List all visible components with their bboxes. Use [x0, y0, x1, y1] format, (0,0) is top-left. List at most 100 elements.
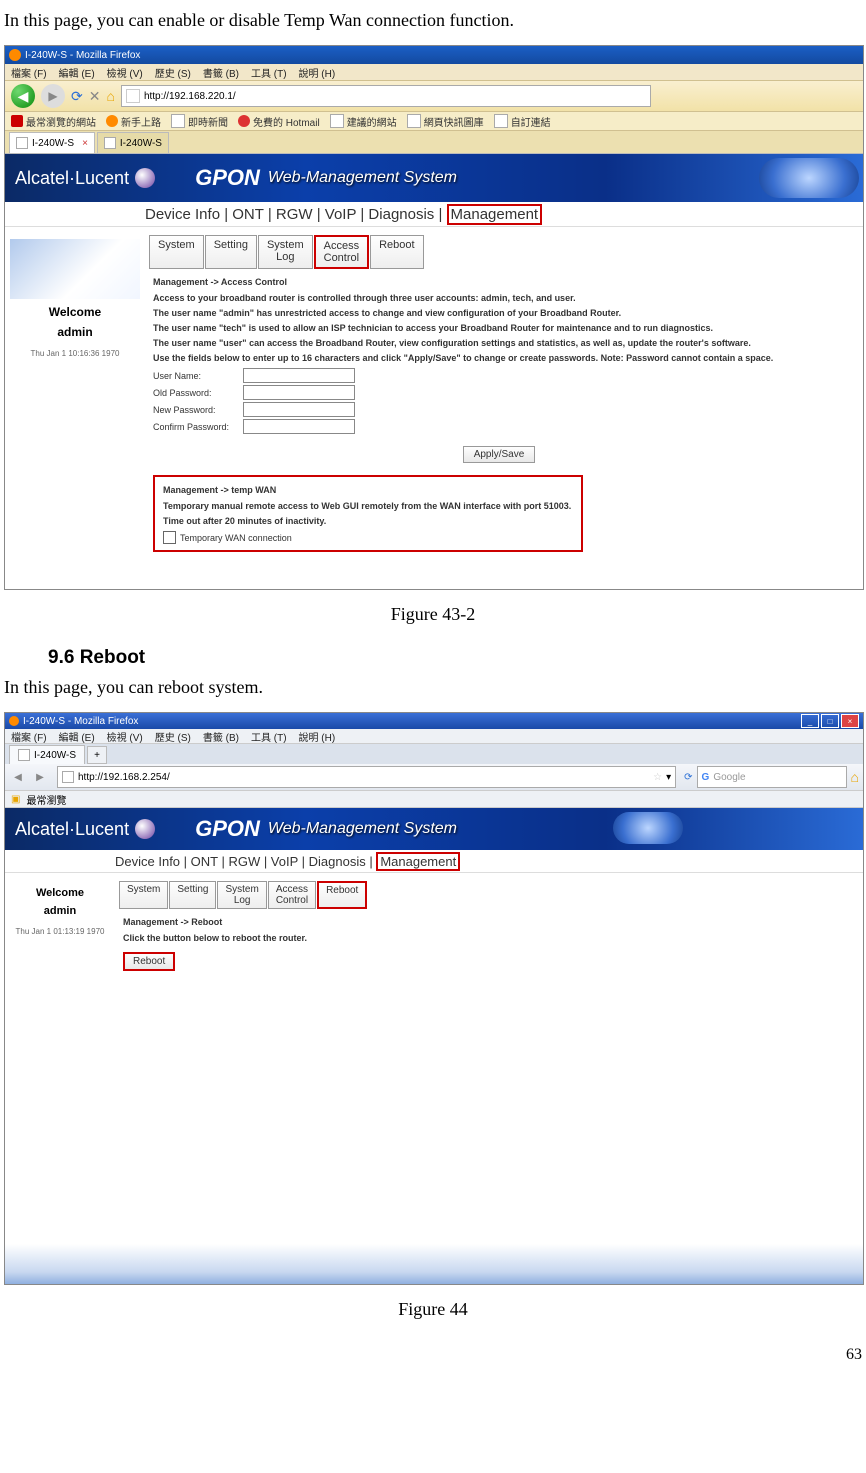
home-button[interactable]: ⌂	[851, 769, 859, 785]
nav-toolbar: ◀ ▶ ⟳ ✕ ⌂ http://192.168.220.1/	[5, 81, 863, 112]
menu-edit[interactable]: 編輯 (E)	[59, 65, 95, 80]
url-text: http://192.168.220.1/	[144, 91, 236, 102]
temp-wan-checkbox[interactable]	[163, 531, 176, 544]
bm-news[interactable]: 即時新聞	[171, 114, 228, 129]
topnav-management[interactable]: Management	[447, 204, 543, 225]
gpon-label-2: GPON	[195, 816, 260, 842]
bm-webslice[interactable]: 網頁快訊圖庫	[407, 114, 484, 129]
bm-getstarted[interactable]: 新手上路	[106, 114, 161, 129]
menu-history[interactable]: 歷史 (S)	[155, 729, 191, 744]
banner-2: Alcatel·Lucent GPON Web-Management Syste…	[5, 808, 863, 850]
figure-caption-2: Figure 44	[4, 1299, 862, 1320]
close-tab-icon[interactable]: ×	[82, 138, 88, 149]
google-icon: G	[702, 772, 710, 783]
close-button[interactable]: ×	[841, 714, 859, 728]
banner: Alcatel·Lucent GPON Web-Management Syste…	[5, 154, 863, 202]
topnav-links-2[interactable]: Device Info | ONT | RGW | VoIP | Diagnos…	[115, 854, 376, 869]
figure-caption-1: Figure 43-2	[4, 604, 862, 625]
content-area-2: Management -> Reboot Click the button be…	[115, 917, 853, 971]
reload-button[interactable]: ⟳	[71, 88, 83, 105]
menu-history[interactable]: 歷史 (S)	[155, 65, 191, 80]
input-newpw[interactable]	[243, 402, 355, 417]
welcome-label: Welcome	[5, 305, 145, 319]
bm-hotmail[interactable]: 免費的 Hotmail	[238, 114, 320, 129]
swoosh-graphic	[759, 158, 859, 198]
intro-text-1: In this page, you can enable or disable …	[4, 10, 862, 31]
stop-button[interactable]: ✕	[89, 88, 101, 105]
temp-wan-box: Management -> temp WAN Temporary manual …	[153, 475, 583, 552]
menu-view[interactable]: 檢視 (V)	[107, 729, 143, 744]
subtab-setting[interactable]: Setting	[169, 881, 216, 909]
apply-save-button[interactable]: Apply/Save	[463, 446, 536, 463]
home-button[interactable]: ⌂	[106, 88, 114, 104]
tab-bar-2: I-240W-S +	[5, 744, 863, 764]
input-confpw[interactable]	[243, 419, 355, 434]
favicon	[62, 771, 74, 783]
reload-button[interactable]: ⟳	[684, 772, 692, 783]
menu-bookmarks[interactable]: 書籤 (B)	[203, 65, 239, 80]
menu-edit[interactable]: 編輯 (E)	[59, 729, 95, 744]
hl-breadcrumb: Management -> temp WAN	[163, 485, 573, 495]
bookmark-star-icon[interactable]: ☆	[653, 772, 662, 783]
hl-line-2: Time out after 20 minutes of inactivity.	[163, 516, 573, 526]
reboot-button[interactable]: Reboot	[123, 952, 175, 971]
bm-mostvisited-2[interactable]: 最常瀏覽	[26, 792, 66, 807]
subtab-setting[interactable]: Setting	[205, 235, 257, 269]
input-username[interactable]	[243, 368, 355, 383]
forward-button[interactable]: ▶	[41, 84, 65, 108]
menu-help[interactable]: 說明 (H)	[299, 729, 336, 744]
search-box[interactable]: G Google	[697, 766, 847, 788]
brand-logo-icon	[135, 819, 155, 839]
subtab-reboot[interactable]: Reboot	[370, 235, 423, 269]
back-button[interactable]: ◀	[9, 768, 27, 786]
input-oldpw[interactable]	[243, 385, 355, 400]
dropdown-icon[interactable]: ▾	[666, 772, 671, 783]
subtab-accesscontrol[interactable]: AccessControl	[268, 881, 316, 909]
bookmark-bar: 最常瀏覽的網站 新手上路 即時新聞 免費的 Hotmail 建議的網站 網頁快訊…	[5, 112, 863, 131]
window-titlebar: I-240W-S - Mozilla Firefox	[5, 46, 863, 64]
tab-active[interactable]: I-240W-S×	[9, 132, 95, 153]
brand-2: Alcatel·Lucent	[15, 819, 155, 840]
swoosh-graphic-2	[613, 812, 683, 844]
subtab-accesscontrol[interactable]: AccessControl	[314, 235, 369, 269]
folder-icon: ▣	[11, 794, 20, 805]
url-bar-2[interactable]: http://192.168.2.254/ ☆ ▾	[57, 766, 676, 788]
subtab-systemlog[interactable]: SystemLog	[258, 235, 313, 269]
bm-mostvisited[interactable]: 最常瀏覽的網站	[11, 114, 96, 129]
brand-logo-icon	[135, 168, 155, 188]
topnav-management-2[interactable]: Management	[376, 852, 460, 871]
tab-inactive[interactable]: I-240W-S	[97, 132, 169, 153]
status-gradient	[5, 1244, 863, 1284]
maximize-button[interactable]: □	[821, 714, 839, 728]
menu-tools[interactable]: 工具 (T)	[251, 729, 287, 744]
forward-button[interactable]: ▶	[31, 768, 49, 786]
menu-help[interactable]: 說明 (H)	[299, 65, 336, 80]
menu-bookmarks[interactable]: 書籤 (B)	[203, 729, 239, 744]
timestamp: Thu Jan 1 10:16:36 1970	[5, 349, 145, 358]
info-line-4: The user name "user" can access the Broa…	[153, 338, 845, 348]
bm-custom[interactable]: 自訂連結	[494, 114, 551, 129]
tab-active-2[interactable]: I-240W-S	[9, 745, 85, 764]
bookmark-bar-2: ▣ 最常瀏覽	[5, 791, 863, 808]
url-bar[interactable]: http://192.168.220.1/	[121, 85, 651, 107]
minimize-button[interactable]: _	[801, 714, 819, 728]
breadcrumb: Management -> Access Control	[153, 277, 845, 287]
tab-bar: I-240W-S× I-240W-S	[5, 131, 863, 154]
info-line-3: The user name "tech" is used to allow an…	[153, 323, 845, 333]
new-tab-button[interactable]: +	[87, 746, 107, 764]
subtab-reboot[interactable]: Reboot	[317, 881, 367, 909]
menu-file[interactable]: 檔案 (F)	[11, 65, 47, 80]
back-button[interactable]: ◀	[11, 84, 35, 108]
subtab-system[interactable]: System	[119, 881, 168, 909]
window-buttons: _ □ ×	[801, 714, 859, 728]
menubar: 檔案 (F) 編輯 (E) 檢視 (V) 歷史 (S) 書籤 (B) 工具 (T…	[5, 64, 863, 81]
subtab-system[interactable]: System	[149, 235, 204, 269]
nav-toolbar-2: ◀ ▶ http://192.168.2.254/ ☆ ▾ ⟳ G Google…	[5, 764, 863, 791]
subtab-systemlog[interactable]: SystemLog	[217, 881, 266, 909]
menu-view[interactable]: 檢視 (V)	[107, 65, 143, 80]
temp-wan-checkbox-label: Temporary WAN connection	[180, 533, 292, 543]
topnav-links[interactable]: Device Info | ONT | RGW | VoIP | Diagnos…	[145, 206, 447, 223]
menu-file[interactable]: 檔案 (F)	[11, 729, 47, 744]
bm-suggested[interactable]: 建議的網站	[330, 114, 397, 129]
menu-tools[interactable]: 工具 (T)	[251, 65, 287, 80]
